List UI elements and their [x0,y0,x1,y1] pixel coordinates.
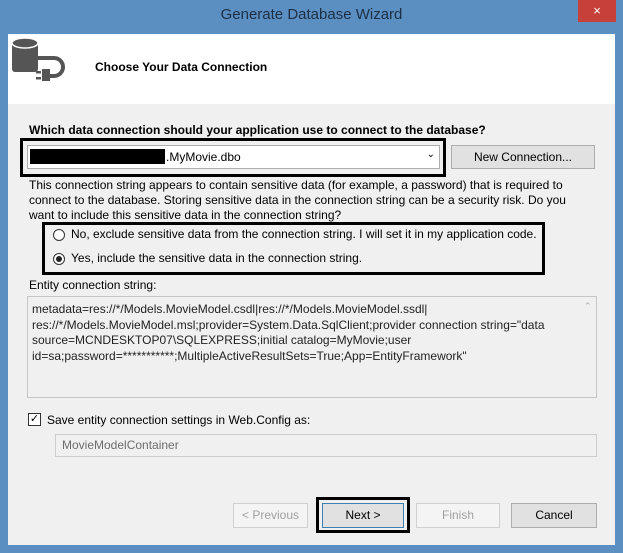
connection-select-value: .MyMovie.dbo [166,150,241,164]
cancel-button[interactable]: Cancel [511,503,597,528]
redacted-server-name [30,149,165,164]
finish-button[interactable]: Finish [416,503,500,528]
radio-button[interactable] [53,228,65,241]
entity-string-label: Entity connection string: [29,278,157,292]
scroll-up-icon[interactable]: ⌃ [584,301,592,312]
new-connection-button[interactable]: New Connection... [451,145,595,169]
window-title: Generate Database Wizard [220,6,403,23]
radio-include[interactable]: Yes, include the sensitive data in the c… [53,251,362,265]
chevron-down-icon: ⌄ [426,149,435,160]
radio-button[interactable] [53,252,65,265]
radio-exclude-label: No, exclude sensitive data from the conn… [71,227,537,241]
page-title: Choose Your Data Connection [95,60,268,74]
close-icon[interactable]: × [578,0,616,22]
save-config-label: Save entity connection settings in Web.C… [47,413,311,427]
connection-question: Which data connection should your applic… [29,123,486,137]
container-name-input[interactable]: MovieModelContainer [55,434,597,457]
radio-include-label: Yes, include the sensitive data in the c… [71,251,363,265]
save-config-checkbox[interactable]: ✓ [28,413,41,426]
entity-string-textarea[interactable]: metadata=res://*/Models.MovieModel.csdl|… [27,296,597,398]
database-plug-icon [11,37,65,81]
sensitive-data-warning: This connection string appears to contai… [29,178,566,222]
radio-exclude[interactable]: No, exclude sensitive data from the conn… [53,227,537,241]
previous-button[interactable]: < Previous [233,503,308,528]
next-button[interactable]: Next > [322,503,404,528]
